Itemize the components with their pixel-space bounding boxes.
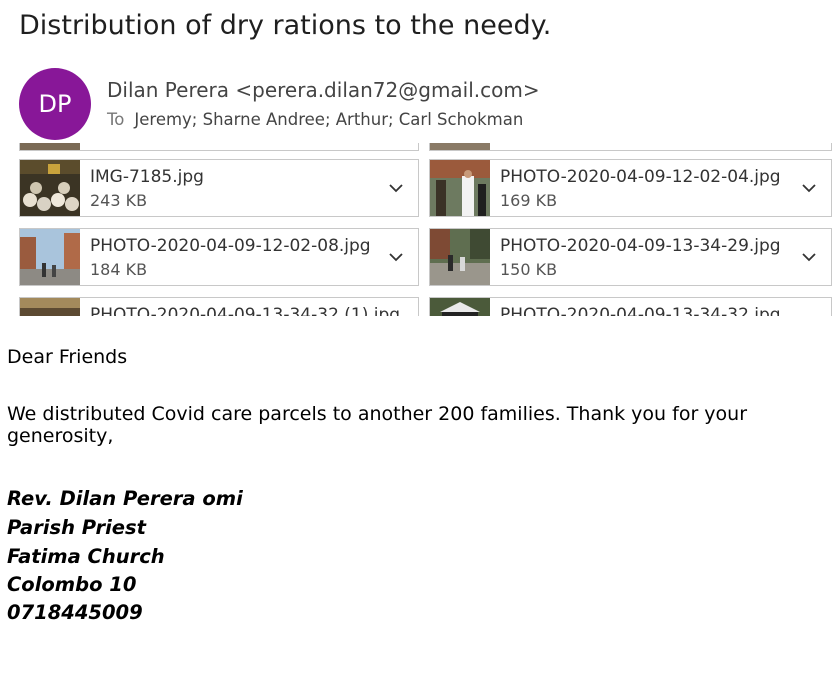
attachments-panel[interactable]: IMG-7185.jpg 243 KB PHOTO-2020-04-09-12-…	[0, 143, 839, 316]
attachment-name: IMG-7185.jpg	[90, 167, 204, 187]
signature-title: Parish Priest	[7, 516, 146, 539]
attachment-name: PHOTO-2020-04-09-13-34-29.jpg	[500, 236, 781, 256]
attachment-name: PHOTO-2020-04-09-13-34-32.jpg	[500, 305, 781, 316]
image-thumbnail-icon	[430, 160, 490, 216]
recipients-list[interactable]: Jeremy; Sharne Andree; Arthur; Carl Scho…	[134, 110, 523, 129]
image-thumbnail-icon	[430, 298, 490, 316]
chevron-down-icon[interactable]	[799, 178, 819, 198]
signature-city: Colombo 10	[7, 573, 137, 596]
image-thumbnail-icon	[430, 229, 490, 285]
to-label: To	[107, 110, 125, 129]
attachment-card[interactable]: PHOTO-2020-04-09-13-34-29.jpg 150 KB	[429, 228, 832, 286]
attachment-card[interactable]: PHOTO-2020-04-09-13-34-32.jpg	[429, 297, 832, 316]
attachment-name: PHOTO-2020-04-09-12-02-04.jpg	[500, 167, 781, 187]
chevron-down-icon[interactable]	[799, 247, 819, 267]
attachment-card[interactable]: PHOTO-2020-04-09-13-34-32 (1).jpg	[19, 297, 419, 316]
signature-phone: 0718445009	[7, 601, 143, 624]
attachment-card[interactable]: PHOTO-2020-04-09-12-02-04.jpg 169 KB	[429, 159, 832, 217]
attachment-card-hidden-top-right[interactable]	[429, 143, 832, 151]
sender-avatar[interactable]: DP	[19, 68, 91, 140]
chevron-down-icon[interactable]	[386, 247, 406, 267]
attachment-card[interactable]: PHOTO-2020-04-09-12-02-08.jpg 184 KB	[19, 228, 419, 286]
message-line: We distributed Covid care parcels to ano…	[7, 403, 748, 447]
attachment-size: 184 KB	[90, 260, 148, 279]
attachment-card-hidden-top-left[interactable]	[19, 143, 419, 151]
signature-church: Fatima Church	[7, 545, 165, 568]
image-thumbnail-icon	[20, 298, 80, 316]
image-thumbnail-icon	[20, 229, 80, 285]
attachment-size: 169 KB	[500, 191, 558, 210]
recipients-line: To Jeremy; Sharne Andree; Arthur; Carl Sc…	[107, 110, 523, 129]
attachment-name: PHOTO-2020-04-09-13-34-32 (1).jpg	[90, 305, 401, 316]
image-thumbnail-icon	[20, 160, 80, 216]
avatar-initials: DP	[38, 90, 72, 118]
signature-name: Rev. Dilan Perera omi	[7, 487, 243, 510]
attachment-card[interactable]: IMG-7185.jpg 243 KB	[19, 159, 419, 217]
sender-name[interactable]: Dilan Perera <perera.dilan72@gmail.com>	[107, 78, 540, 102]
greeting-text: Dear Friends	[7, 346, 128, 368]
chevron-down-icon[interactable]	[386, 178, 406, 198]
image-thumbnail-icon	[430, 143, 490, 150]
email-subject: Distribution of dry rations to the needy…	[19, 10, 552, 41]
image-thumbnail-icon	[20, 143, 80, 150]
attachment-size: 243 KB	[90, 191, 148, 210]
attachment-size: 150 KB	[500, 260, 558, 279]
attachment-name: PHOTO-2020-04-09-12-02-08.jpg	[90, 236, 371, 256]
